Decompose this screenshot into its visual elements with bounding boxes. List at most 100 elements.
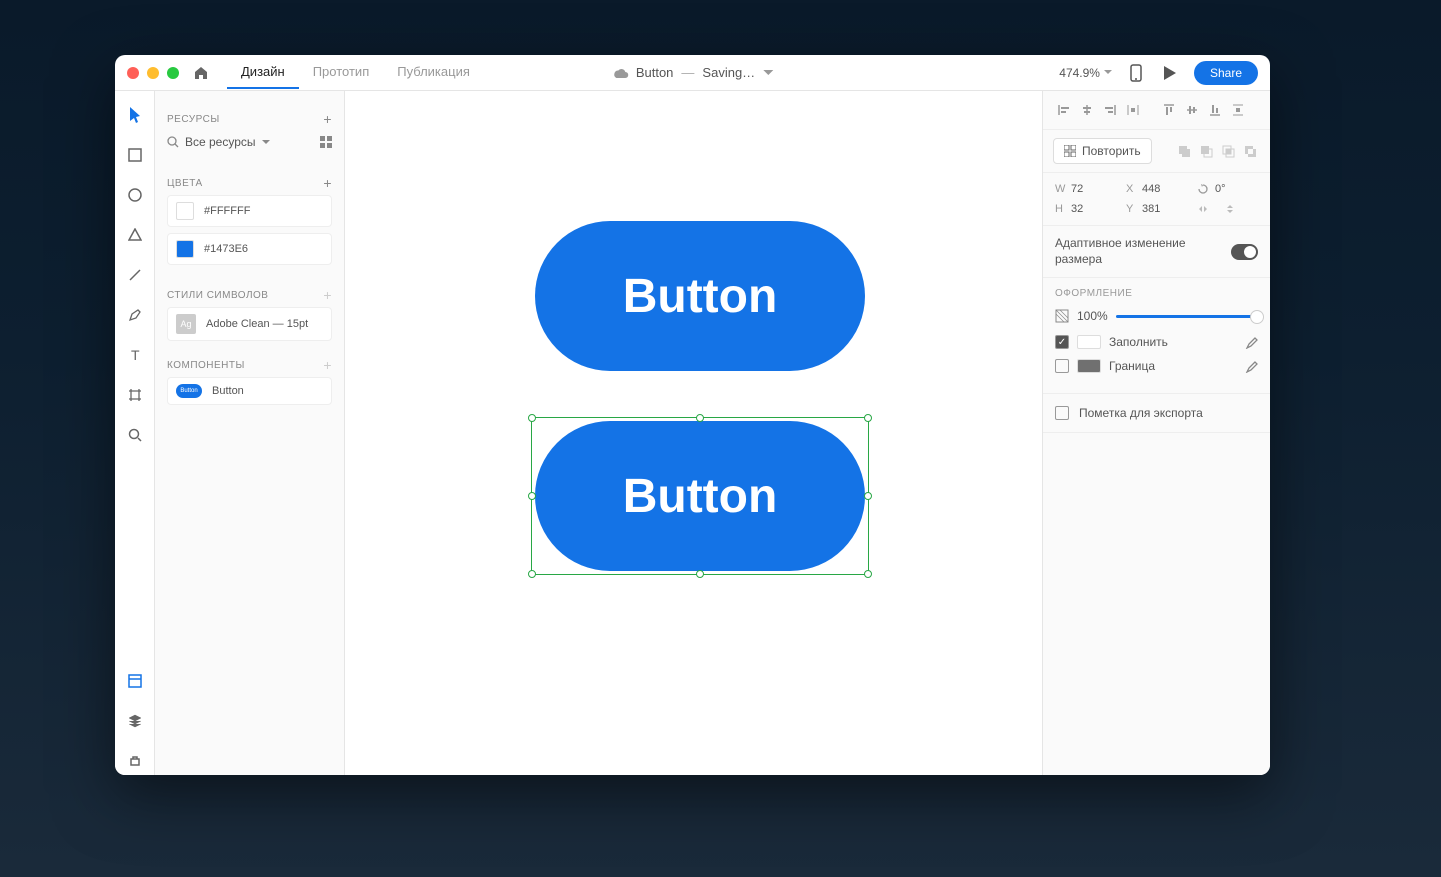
responsive-toggle[interactable] [1231, 244, 1258, 260]
rotation-field[interactable]: 0° [1197, 183, 1258, 195]
appearance-section: ОФОРМЛЕНИЕ 100% ✓ Заполнить Граница [1043, 278, 1270, 394]
assets-panel: РЕСУРСЫ + Все ресурсы Цвета + [155, 91, 345, 775]
flip-buttons[interactable] [1197, 203, 1258, 215]
color-asset-white[interactable]: #FFFFFF [167, 195, 332, 227]
opacity-slider[interactable] [1116, 315, 1258, 318]
polygon-tool[interactable] [121, 221, 149, 249]
align-top-button[interactable] [1158, 99, 1180, 121]
plugins-panel-toggle[interactable] [121, 747, 149, 775]
app-body: T РЕСУРСЫ + Все ресурсы [115, 91, 1270, 775]
selection-handle-w[interactable] [528, 492, 536, 500]
color-swatch [176, 240, 194, 258]
distribute-v-button[interactable] [1227, 99, 1249, 121]
char-styles-heading: Стили символов [167, 290, 268, 301]
zoom-dropdown[interactable]: 474.9% [1059, 66, 1112, 80]
border-label: Граница [1109, 359, 1155, 373]
doc-name: Button [636, 65, 674, 80]
boolean-union-button[interactable] [1174, 141, 1194, 161]
line-tool[interactable] [121, 261, 149, 289]
selection-handle-n[interactable] [696, 414, 704, 422]
ellipse-tool[interactable] [121, 181, 149, 209]
device-preview-button[interactable] [1126, 63, 1146, 83]
grid-view-toggle[interactable] [320, 136, 332, 148]
home-button[interactable] [193, 65, 209, 81]
layers-panel-toggle[interactable] [121, 707, 149, 735]
repeat-row: Повторить [1043, 130, 1270, 173]
x-field[interactable]: X448 [1126, 183, 1187, 195]
char-style-item[interactable]: Ag Adobe Clean — 15pt [167, 307, 332, 341]
fill-eyedropper-icon[interactable] [1244, 335, 1258, 349]
align-middle-button[interactable] [1181, 99, 1203, 121]
color-label: #1473E6 [204, 243, 248, 255]
maximize-button[interactable] [167, 67, 179, 79]
share-button[interactable]: Share [1194, 61, 1258, 85]
selection-box [531, 417, 869, 575]
width-field[interactable]: W72 [1055, 183, 1116, 195]
repeat-grid-button[interactable]: Повторить [1053, 138, 1152, 164]
align-bottom-button[interactable] [1204, 99, 1226, 121]
selection-handle-ne[interactable] [864, 414, 872, 422]
align-row [1043, 91, 1270, 130]
text-tool[interactable]: T [121, 341, 149, 369]
export-label: Пометка для экспорта [1079, 406, 1203, 420]
export-checkbox[interactable] [1055, 406, 1069, 420]
tab-share[interactable]: Публикация [383, 56, 484, 89]
distribute-h-button[interactable] [1122, 99, 1144, 121]
selection-handle-nw[interactable] [528, 414, 536, 422]
play-button[interactable] [1160, 63, 1180, 83]
minimize-button[interactable] [147, 67, 159, 79]
mode-tabs: Дизайн Прототип Публикация [227, 56, 484, 89]
height-field[interactable]: H32 [1055, 203, 1116, 215]
color-swatch [176, 202, 194, 220]
selection-handle-s[interactable] [696, 570, 704, 578]
fill-swatch[interactable] [1077, 335, 1101, 349]
boolean-subtract-button[interactable] [1196, 141, 1216, 161]
align-left-button[interactable] [1053, 99, 1075, 121]
search-icon[interactable] [167, 136, 179, 148]
assets-panel-toggle[interactable] [121, 667, 149, 695]
align-center-h-button[interactable] [1076, 99, 1098, 121]
rectangle-tool[interactable] [121, 141, 149, 169]
add-component-button[interactable]: + [323, 357, 332, 373]
color-asset-blue[interactable]: #1473E6 [167, 233, 332, 265]
component-thumbnail: Button [176, 384, 202, 398]
components-heading: Компоненты [167, 360, 245, 371]
char-style-badge: Ag [176, 314, 196, 334]
responsive-label: Адаптивное изменение размера [1055, 236, 1231, 267]
border-eyedropper-icon[interactable] [1244, 359, 1258, 373]
color-label: #FFFFFF [204, 205, 250, 217]
opacity-value[interactable]: 100% [1077, 309, 1108, 323]
button-text: Button [623, 269, 778, 324]
title-separator: — [681, 65, 694, 80]
boolean-intersect-button[interactable] [1218, 141, 1238, 161]
appearance-heading: ОФОРМЛЕНИЕ [1055, 288, 1258, 299]
opacity-icon [1055, 309, 1069, 323]
y-field[interactable]: Y381 [1126, 203, 1187, 215]
pen-tool[interactable] [121, 301, 149, 329]
component-label: Button [212, 385, 244, 397]
canvas-button-master[interactable]: Button [535, 221, 865, 371]
fill-checkbox[interactable]: ✓ [1055, 335, 1069, 349]
selection-handle-e[interactable] [864, 492, 872, 500]
canvas[interactable]: Button Button [345, 91, 1042, 775]
border-swatch[interactable] [1077, 359, 1101, 373]
align-right-button[interactable] [1099, 99, 1121, 121]
zoom-tool[interactable] [121, 421, 149, 449]
transform-section: W72 X448 0° H32 Y381 [1043, 173, 1270, 226]
tab-design[interactable]: Дизайн [227, 56, 299, 89]
selection-handle-sw[interactable] [528, 570, 536, 578]
titlebar-right: 474.9% Share [1059, 61, 1258, 85]
document-title[interactable]: Button — Saving… [612, 65, 773, 80]
add-color-button[interactable]: + [323, 175, 332, 191]
add-resource-button[interactable]: + [323, 111, 332, 127]
boolean-exclude-button[interactable] [1240, 141, 1260, 161]
close-button[interactable] [127, 67, 139, 79]
artboard-tool[interactable] [121, 381, 149, 409]
component-item-button[interactable]: Button Button [167, 377, 332, 405]
selection-handle-se[interactable] [864, 570, 872, 578]
resource-filter-dropdown[interactable]: Все ресурсы [185, 135, 314, 149]
select-tool[interactable] [121, 101, 149, 129]
border-checkbox[interactable] [1055, 359, 1069, 373]
add-char-style-button[interactable]: + [323, 287, 332, 303]
tab-prototype[interactable]: Прототип [299, 56, 384, 89]
